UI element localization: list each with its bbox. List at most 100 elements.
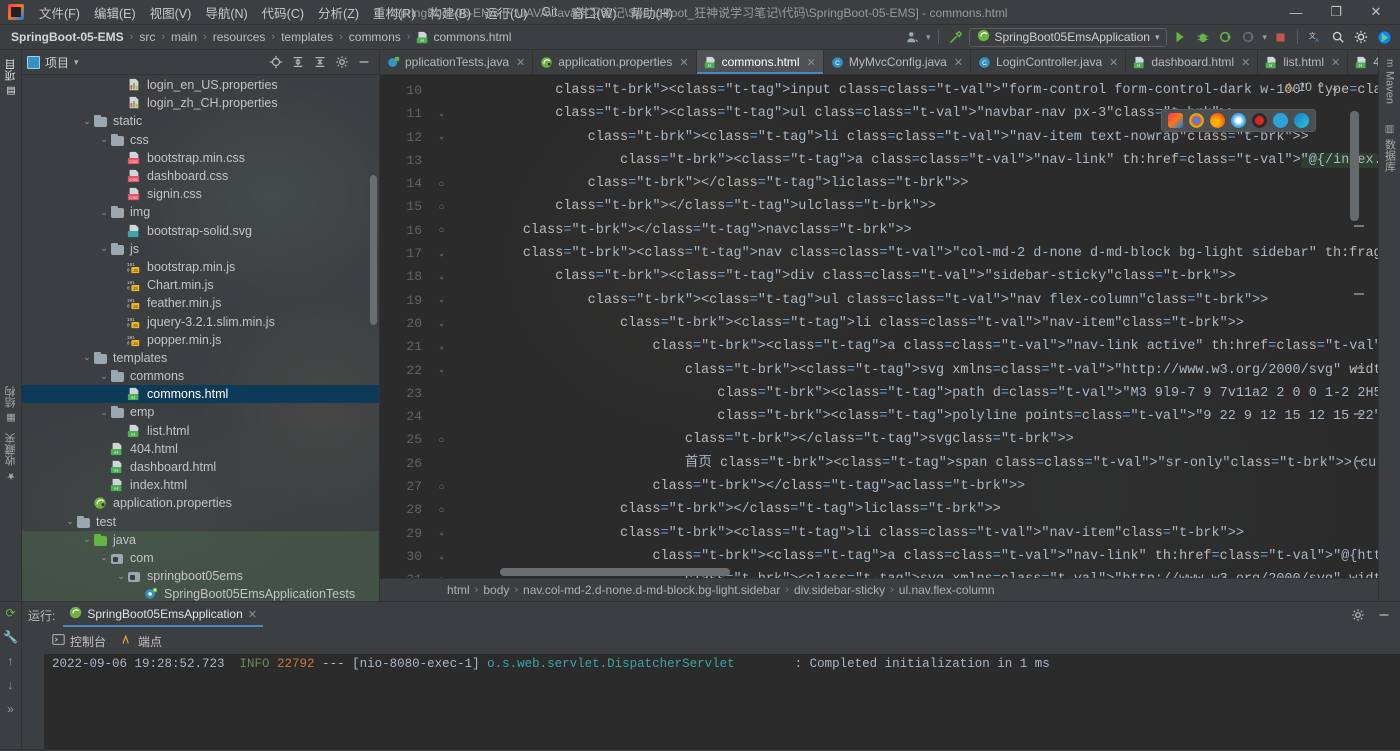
breadcrumb-resources[interactable]: resources: [208, 28, 271, 46]
run-subtab-console[interactable]: 控制台: [52, 633, 106, 650]
build-hammer-icon[interactable]: [946, 27, 966, 47]
close-icon[interactable]: ✕: [1241, 56, 1250, 69]
gutter-line-number[interactable]: 14 ⌂: [380, 172, 458, 195]
code-line[interactable]: class="t-brk"><class="t-tag">svg xmlns=c…: [458, 359, 1378, 382]
breadcrumb-main[interactable]: main: [166, 28, 202, 46]
project-file-tree[interactable]: login_en_US.properties login_zh_CH.proper…: [22, 75, 379, 601]
menu-run[interactable]: 运行(U): [478, 0, 534, 25]
translate-icon[interactable]: 文A: [1305, 27, 1325, 47]
editor-tab[interactable]: H 40: [1348, 50, 1378, 74]
menu-view[interactable]: 视图(V): [143, 0, 199, 25]
code-line[interactable]: class="t-brk"></class="t-tag">ulclass="t…: [458, 195, 1378, 218]
gutter-line-number[interactable]: 12 ⌄: [380, 126, 458, 149]
editor-vertical-scrollbar[interactable]: [1350, 111, 1359, 221]
code-line[interactable]: class="t-brk"><class="t-tag">li class=cl…: [458, 312, 1378, 335]
editor-tab[interactable]: Hcommons.html ✕: [696, 50, 824, 74]
code-line[interactable]: 首页 class="t-brk"><class="t-tag">span cla…: [458, 452, 1378, 475]
run-with-coverage-button[interactable]: [1216, 27, 1236, 47]
code-editor[interactable]: 10 11 ⌄ 12 ⌄ 13 14 ⌂ 15 ⌂ 16 ⌂ 17 ⌄ 18 ⌄ 19 ⌄ 20 ⌄ 21 ⌄ 22 ⌄ 23 2…: [380, 75, 1378, 578]
tool-tab-structure[interactable]: ▦ 结构: [1, 381, 21, 428]
chevron-down-icon[interactable]: ⌄: [98, 552, 110, 563]
ide-help-icon[interactable]: [1374, 27, 1394, 47]
project-settings-gear-icon[interactable]: [332, 52, 352, 72]
close-icon[interactable]: ✕: [679, 56, 688, 69]
menu-refactor[interactable]: 重构(R): [366, 0, 422, 25]
code-fold-icon[interactable]: ⌂: [437, 436, 446, 445]
code-fold-icon[interactable]: ⌂: [437, 226, 446, 235]
menu-build[interactable]: 构建(B): [422, 0, 478, 25]
console-output[interactable]: 2022-09-06 19:28:52.723 INFO 22792 --- […: [44, 654, 1400, 749]
tree-node[interactable]: ⌄ templates: [22, 349, 379, 367]
code-fold-icon[interactable]: ⌂: [437, 505, 446, 514]
locate-file-icon[interactable]: [266, 52, 286, 72]
debug-button[interactable]: [1193, 27, 1213, 47]
tree-node[interactable]: ⌄ com: [22, 548, 379, 568]
menu-help[interactable]: 帮助(H): [624, 0, 680, 25]
close-icon[interactable]: ✕: [807, 56, 816, 69]
safari-icon[interactable]: [1231, 113, 1246, 128]
scroll-down-icon[interactable]: ↓: [8, 678, 14, 692]
chevron-down-icon[interactable]: ⌄: [98, 207, 110, 218]
tree-scrollbar[interactable]: [370, 175, 377, 325]
code-line[interactable]: class="t-brk"><class="t-tag">a class=cla…: [458, 149, 1378, 172]
tree-node[interactable]: ⌄ css: [22, 131, 379, 149]
breadcrumb-src[interactable]: src: [134, 28, 160, 46]
tree-node[interactable]: H 404.html: [22, 440, 379, 458]
profile-button[interactable]: [1239, 27, 1259, 47]
tree-node[interactable]: CSS dashboard.css: [22, 167, 379, 185]
tree-node[interactable]: login_zh_CH.properties: [22, 94, 379, 112]
minimize-button[interactable]: —: [1276, 0, 1316, 25]
editor-tab[interactable]: Hlist.html ✕: [1258, 50, 1349, 74]
browser-preview-popup[interactable]: [1161, 109, 1316, 132]
editor-code-text[interactable]: class="t-brk"><class="t-tag">input class…: [458, 75, 1378, 578]
vcs-caret-icon[interactable]: ▾: [926, 32, 931, 43]
wrench-icon[interactable]: 🔧: [3, 630, 18, 644]
breadcrumb-commons-folder[interactable]: commons: [344, 28, 406, 46]
code-fold-icon[interactable]: ⌄: [437, 529, 446, 538]
code-line[interactable]: class="t-brk"><class="t-tag">path d=clas…: [458, 382, 1378, 405]
chevron-down-icon[interactable]: ⌄: [98, 243, 110, 254]
menu-edit[interactable]: 编辑(E): [87, 0, 143, 25]
code-fold-icon[interactable]: ⌂: [437, 482, 446, 491]
code-fold-icon[interactable]: ⌄: [437, 133, 446, 142]
tree-node[interactable]: ⌄ commons: [22, 367, 379, 385]
code-fold-icon[interactable]: ⌄: [437, 319, 446, 328]
tree-node[interactable]: ⌄ java: [22, 530, 379, 549]
scroll-up-icon[interactable]: ↑: [8, 654, 14, 668]
tree-node[interactable]: Hlist.html: [22, 422, 379, 440]
code-line[interactable]: class="t-brk"><class="t-tag">li class=cl…: [458, 522, 1378, 545]
tool-tab-project[interactable]: ▤ 项目: [1, 54, 21, 101]
breadcrumb-project[interactable]: SpringBoot-05-EMS: [6, 28, 129, 46]
gutter-line-number[interactable]: 16 ⌂: [380, 219, 458, 242]
editor-tab[interactable]: C MyMvcConfig.java ✕: [823, 50, 972, 74]
chevron-down-icon[interactable]: ⌄: [98, 407, 110, 418]
menu-file[interactable]: 文件(F): [32, 0, 87, 25]
tree-node[interactable]: CSS signin.css: [22, 185, 379, 203]
editor-tab[interactable]: pplicationTests.java ✕: [380, 50, 534, 74]
expand-all-icon[interactable]: [288, 52, 308, 72]
close-icon[interactable]: ✕: [954, 56, 963, 69]
gutter-line-number[interactable]: 23: [380, 382, 458, 405]
editor-tab[interactable]: C LoginController.java ✕: [971, 50, 1127, 74]
run-session-tab[interactable]: SpringBoot05EmsApplication ✕: [63, 603, 263, 627]
code-line[interactable]: class="t-brk"><class="t-tag">a class=cla…: [458, 335, 1378, 358]
tree-node[interactable]: ⌄ emp: [22, 403, 379, 421]
code-line[interactable]: class="t-brk"><class="t-tag">a class=cla…: [458, 545, 1378, 568]
tree-node[interactable]: ⌄ js: [22, 240, 379, 258]
chevron-down-icon[interactable]: ⌄: [115, 571, 127, 582]
run-button[interactable]: [1170, 27, 1190, 47]
breadcrumb-commons-file[interactable]: H commons.html: [411, 28, 516, 46]
close-button[interactable]: ✕: [1356, 0, 1396, 25]
gutter-line-number[interactable]: 27 ⌂: [380, 475, 458, 498]
tree-node[interactable]: Hdashboard.html: [22, 458, 379, 476]
stop-button[interactable]: [1270, 27, 1290, 47]
code-line[interactable]: class="t-brk"><class="t-tag">div class=c…: [458, 265, 1378, 288]
code-fold-icon[interactable]: ⌂: [437, 179, 446, 188]
code-fold-icon[interactable]: ⌄: [437, 552, 446, 561]
maximize-button[interactable]: ❐: [1316, 0, 1356, 25]
gutter-line-number[interactable]: 11 ⌄: [380, 102, 458, 125]
gutter-line-number[interactable]: 29 ⌄: [380, 522, 458, 545]
menu-git[interactable]: Git: [534, 2, 564, 22]
code-line[interactable]: class="t-brk"></class="t-tag">liclass="t…: [458, 172, 1378, 195]
code-line[interactable]: class="t-brk"><class="t-tag">nav class=c…: [458, 242, 1378, 265]
